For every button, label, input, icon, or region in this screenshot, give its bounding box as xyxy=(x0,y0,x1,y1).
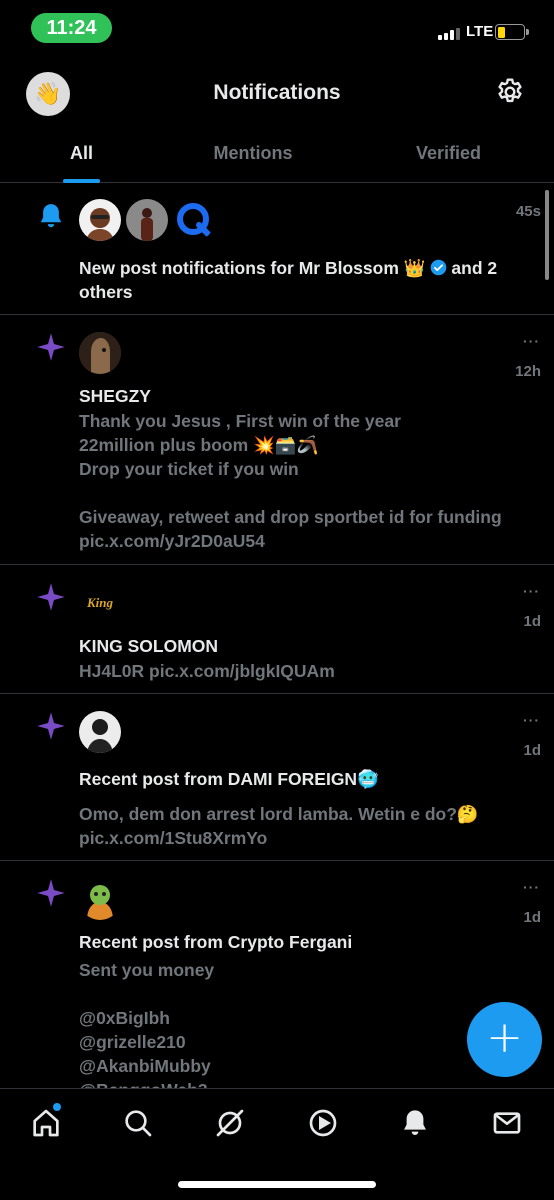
status-bar: 11:24 LTE xyxy=(0,0,554,58)
more-options-icon[interactable]: ··· xyxy=(523,712,540,728)
notification-time: 1d xyxy=(523,909,541,926)
avatar[interactable] xyxy=(126,199,168,241)
avatar-group xyxy=(79,199,215,241)
notification-item[interactable]: ··· 1d Recent post from DAMI FOREIGN🥶 Om… xyxy=(0,694,554,861)
more-options-icon[interactable]: ··· xyxy=(523,333,540,349)
search-icon[interactable] xyxy=(122,1107,154,1139)
avatar[interactable] xyxy=(79,711,121,753)
scrollbar[interactable] xyxy=(545,190,549,280)
post-author[interactable]: KING SOLOMON xyxy=(79,634,539,658)
notification-item[interactable]: 45s New post notifications for Mr Blosso… xyxy=(0,183,554,315)
spark-icon xyxy=(36,878,66,908)
more-options-icon[interactable]: ··· xyxy=(523,583,540,599)
tab-mentions[interactable]: Mentions xyxy=(163,130,343,182)
verified-badge-icon xyxy=(430,259,446,276)
bell-icon xyxy=(36,201,66,231)
avatar-group: King xyxy=(79,582,121,624)
notifications-icon[interactable] xyxy=(399,1107,431,1139)
messages-icon[interactable] xyxy=(491,1107,523,1139)
notification-tabs: All Mentions Verified xyxy=(0,130,554,183)
post-body[interactable]: Thank you Jesus , First win of the year … xyxy=(79,409,539,553)
notifications-feed[interactable]: 45s New post notifications for Mr Blosso… xyxy=(0,183,554,1088)
notification-time: 1d xyxy=(523,742,541,759)
more-options-icon[interactable]: ··· xyxy=(523,879,540,895)
compose-button[interactable]: + xyxy=(467,1002,542,1077)
compose-plus-icon: + xyxy=(486,1011,523,1063)
home-icon[interactable] xyxy=(30,1107,62,1139)
signal-icon xyxy=(438,28,460,40)
notification-title[interactable]: New post notifications for Mr Blossom 👑 … xyxy=(79,256,539,304)
tab-verified-label: Verified xyxy=(415,143,482,163)
notification-title-prefix: New post notifications for Mr Blossom 👑 xyxy=(79,258,426,278)
notification-time: 1d xyxy=(523,613,541,630)
avatar-group xyxy=(79,711,121,753)
status-time: 11:24 xyxy=(31,13,112,43)
notification-time: 45s xyxy=(515,203,541,220)
grok-icon[interactable] xyxy=(214,1107,246,1139)
home-unread-dot xyxy=(53,1103,61,1111)
page-title: Notifications xyxy=(213,81,341,104)
network-label: LTE xyxy=(466,23,494,40)
tab-all-label: All xyxy=(69,143,93,163)
king-logo: King xyxy=(86,595,113,610)
bottom-navigation xyxy=(0,1088,554,1200)
tab-all[interactable]: All xyxy=(0,130,163,183)
video-icon[interactable] xyxy=(307,1107,339,1139)
avatar[interactable] xyxy=(79,878,121,920)
tab-verified[interactable]: Verified xyxy=(343,130,554,182)
post-author[interactable]: SHEGZY xyxy=(79,384,539,408)
battery-icon xyxy=(495,24,529,40)
spark-icon xyxy=(36,582,66,612)
avatar[interactable] xyxy=(79,199,121,241)
avatar[interactable] xyxy=(173,199,215,241)
post-body[interactable]: Omo, dem don arrest lord lamba. Wetin e … xyxy=(79,802,539,850)
tab-mentions-label: Mentions xyxy=(213,143,293,163)
avatar[interactable]: King xyxy=(79,582,121,624)
home-indicator[interactable] xyxy=(178,1181,376,1188)
spark-icon xyxy=(36,711,66,741)
avatar-group xyxy=(79,878,121,920)
notification-time: 12h xyxy=(515,363,541,380)
top-header: 👋 Notifications xyxy=(0,58,554,130)
avatar[interactable] xyxy=(79,332,121,374)
settings-icon[interactable] xyxy=(494,76,526,108)
spark-icon xyxy=(36,332,66,362)
notification-item[interactable]: King ··· 1d KING SOLOMON HJ4L0R pic.x.co… xyxy=(0,565,554,694)
avatar-group xyxy=(79,332,121,374)
post-body[interactable]: HJ4L0R pic.x.com/jblgkIQUAm xyxy=(79,659,539,683)
notification-item[interactable]: ··· 12h SHEGZY Thank you Jesus , First w… xyxy=(0,315,554,565)
notification-title[interactable]: Recent post from DAMI FOREIGN🥶 xyxy=(79,767,539,791)
notification-title[interactable]: Recent post from Crypto Fergani xyxy=(79,930,539,954)
